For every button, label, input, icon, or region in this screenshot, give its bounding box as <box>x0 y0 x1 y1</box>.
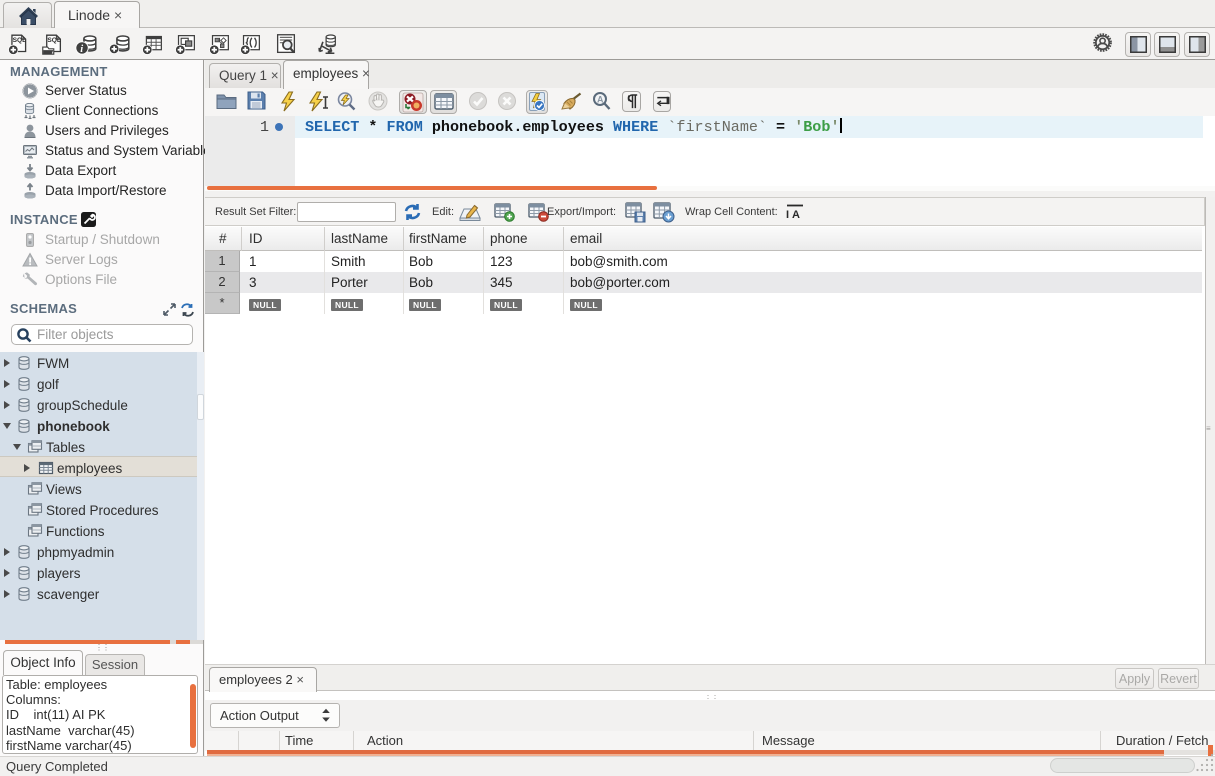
svg-text:I: I <box>786 209 789 221</box>
svg-text:i: i <box>80 44 83 55</box>
svg-text:A: A <box>792 209 800 221</box>
svg-text:A: A <box>597 95 604 105</box>
